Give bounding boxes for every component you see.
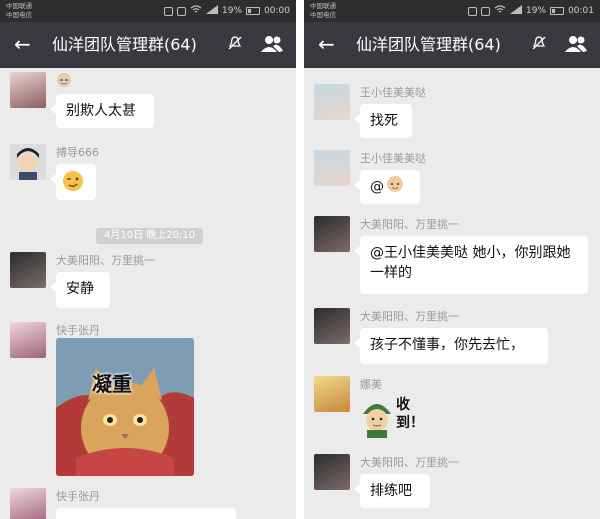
mute-bell-icon	[532, 36, 546, 54]
carrier-label: 中国联通 中国电信	[310, 2, 336, 20]
carrier-label: 中国联通 中国电信	[6, 2, 32, 20]
right-phone-screen: 中国联通 中国电信 19% 00:01 ← 仙洋团队管理群(64) 王小佳美美哒…	[304, 0, 600, 519]
carrier-line-1: 中国联通	[310, 2, 336, 10]
back-arrow-icon[interactable]: ←	[14, 32, 31, 56]
wifi-icon	[494, 5, 506, 17]
message-bubble: 别欺人太甚	[50, 94, 154, 128]
avatar[interactable]	[314, 376, 350, 412]
avatar[interactable]	[10, 72, 46, 108]
avatar[interactable]	[314, 454, 350, 490]
chat-header: ← 仙洋团队管理群(64)	[304, 22, 600, 68]
battery-percent: 19%	[526, 6, 547, 16]
group-members-icon[interactable]	[260, 35, 284, 53]
mute-bell-icon	[228, 36, 242, 54]
left-phone-screen: 中国联通 中国电信 19% 00:00 ← 仙洋团队管理群(64) 别欺人太甚 …	[0, 0, 296, 519]
sender-name: 大美阳阳、万里挑一	[360, 310, 459, 323]
sender-name: 快手张丹	[56, 490, 100, 503]
back-arrow-icon[interactable]: ←	[318, 32, 335, 56]
message-bubble: 安静	[50, 272, 110, 308]
avatar[interactable]	[314, 216, 350, 252]
chat-header: ← 仙洋团队管理群(64)	[0, 22, 296, 68]
sender-name: 王小佳美美哒	[360, 86, 426, 99]
mention-text: @	[370, 179, 384, 195]
wifi-icon	[190, 5, 202, 17]
status-icons: 19% 00:00	[164, 5, 290, 17]
carrier-line-2: 中国电信	[6, 11, 32, 19]
status-bar: 中国联通 中国电信 19% 00:01	[304, 0, 600, 22]
message-bubble: 孩子不懂事，你先去忙，	[354, 328, 548, 364]
avatar[interactable]	[10, 144, 46, 180]
avatar[interactable]	[10, 322, 46, 358]
carrier-line-1: 中国联通	[6, 2, 32, 10]
baby-face-emoji	[56, 72, 72, 91]
status-bar: 中国联通 中国电信 19% 00:00	[0, 0, 296, 22]
battery-percent: 19%	[222, 6, 243, 16]
alarm-icon	[177, 6, 187, 16]
message-bubble: @	[354, 170, 420, 204]
sender-name: 快手张丹	[56, 324, 100, 337]
message-bubble	[50, 164, 96, 200]
chat-title: 仙洋团队管理群(64)	[356, 35, 501, 54]
message-bubble: @王小佳美美哒 她小，你别跟她一样的	[354, 236, 588, 294]
avatar[interactable]	[10, 488, 46, 519]
message-bubble: 排练吧	[354, 474, 430, 508]
battery-icon	[550, 7, 565, 15]
sender-name: 王小佳美美哒	[360, 152, 426, 165]
sender-name: 大美阳阳、万里挑一	[56, 254, 155, 267]
cat-sticker[interactable]: 凝重	[56, 338, 194, 476]
timestamp-label: 4月10日 晚上20:10	[96, 228, 204, 244]
sticker-caption: 凝重	[92, 372, 132, 396]
eye-icon	[468, 6, 478, 16]
carrier-line-2: 中国电信	[310, 11, 336, 19]
signal-icon	[510, 5, 523, 17]
signal-icon	[206, 5, 219, 17]
avatar[interactable]	[314, 150, 350, 186]
battery-icon	[246, 7, 261, 15]
sender-name: 大美阳阳、万里挑一	[360, 218, 459, 231]
avatar[interactable]	[314, 308, 350, 344]
eye-icon	[164, 6, 174, 16]
alarm-icon	[481, 6, 491, 16]
status-icons: 19% 00:01	[468, 5, 594, 17]
sender-name: 大美阳阳、万里挑一	[360, 456, 459, 469]
avatar[interactable]	[10, 252, 46, 288]
wink-face-emoji	[61, 171, 85, 197]
sender-name: 搏导666	[56, 146, 99, 159]
clock-time: 00:01	[568, 6, 594, 16]
sticker-caption: 收到！	[396, 397, 424, 431]
sender-name: 娜美	[360, 378, 382, 391]
chat-title: 仙洋团队管理群(64)	[52, 35, 197, 54]
message-bubble: 找死	[354, 104, 412, 138]
message-bubble	[50, 508, 236, 519]
group-members-icon[interactable]	[564, 35, 588, 53]
clock-time: 00:00	[264, 6, 290, 16]
soldier-sticker: 收到！	[360, 392, 440, 444]
avatar[interactable]	[314, 84, 350, 120]
baby-face-emoji	[386, 175, 404, 199]
